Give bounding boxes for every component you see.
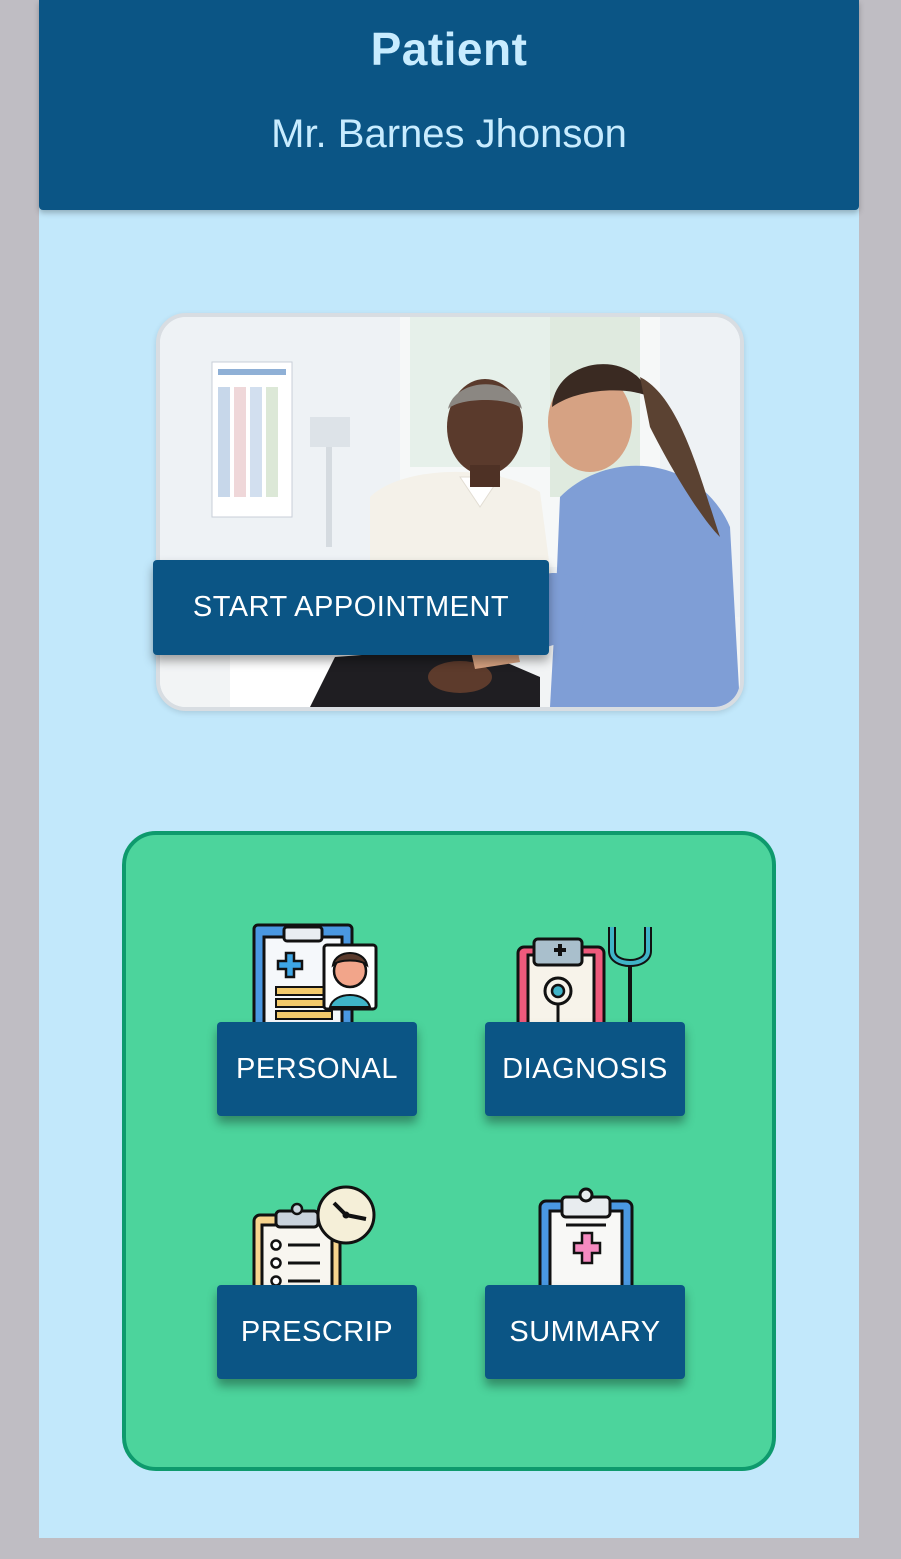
personal-button[interactable]: PERSONAL — [217, 1022, 417, 1116]
diagnosis-button[interactable]: DIAGNOSIS — [485, 1022, 685, 1116]
page-title: Patient — [370, 23, 528, 75]
app-screen: Patient Mr. Barnes Jhonson START APPOINT… — [39, 0, 859, 1538]
patient-name: Mr. Barnes Jhonson — [271, 112, 627, 156]
medical-clipboard-icon — [538, 1187, 634, 1289]
patient-record-icon — [252, 923, 378, 1027]
prescription-button[interactable]: PRESCRIP — [217, 1285, 417, 1379]
prescription-clock-icon — [252, 1185, 376, 1289]
header-bar: Patient Mr. Barnes Jhonson — [39, 0, 859, 210]
start-appointment-button[interactable]: START APPOINTMENT — [153, 560, 549, 655]
menu-panel: PERSONAL DIAGNOSIS PRESCRIP SUMMARY — [122, 831, 776, 1471]
summary-button[interactable]: SUMMARY — [485, 1285, 685, 1379]
stethoscope-clipboard-icon — [516, 927, 652, 1027]
